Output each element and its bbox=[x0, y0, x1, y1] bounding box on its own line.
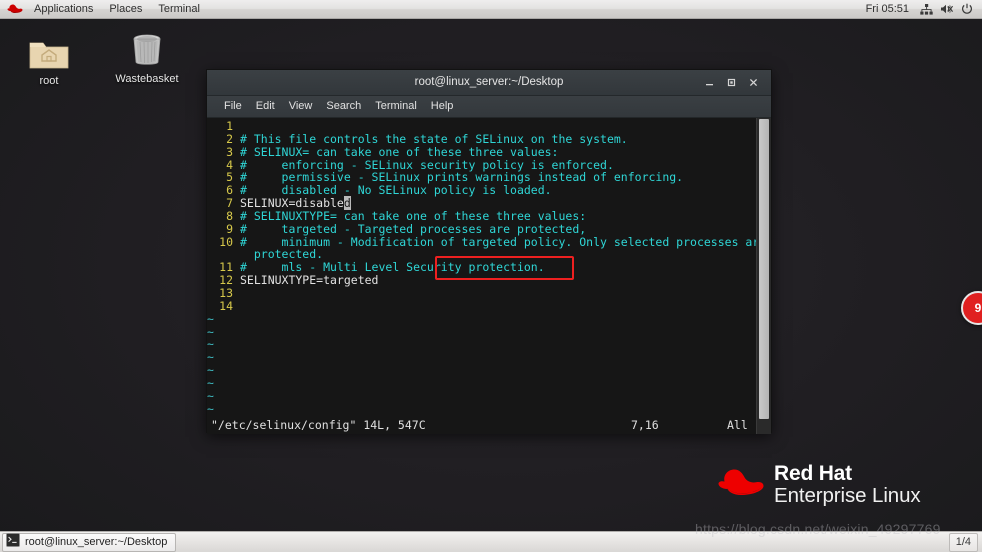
redhat-fedora-icon bbox=[717, 466, 765, 505]
line-number: 1 bbox=[226, 119, 233, 133]
line-text: SELINUXTYPE=targeted bbox=[240, 273, 379, 288]
editor-line: 12 SELINUXTYPE=targeted bbox=[207, 274, 757, 287]
volume-tray-icon[interactable] bbox=[937, 0, 956, 19]
scrollbar-thumb[interactable] bbox=[759, 119, 769, 419]
menu-terminal[interactable]: Terminal bbox=[368, 96, 424, 117]
line-number: 13 bbox=[219, 285, 233, 300]
places-menu[interactable]: Places bbox=[101, 0, 150, 19]
empty-line-marker: ~ bbox=[207, 401, 214, 416]
terminal-titlebar[interactable]: root@linux_server:~/Desktop bbox=[207, 70, 771, 96]
line-number: 2 bbox=[226, 131, 233, 146]
terminal-icon bbox=[6, 532, 20, 552]
taskbar-window-button[interactable]: root@linux_server:~/Desktop bbox=[2, 532, 177, 552]
desktop-screen: Applications Places Terminal Fri 05:51 r… bbox=[0, 0, 982, 552]
terminal-title: root@linux_server:~/Desktop bbox=[414, 76, 564, 88]
trash-can-icon bbox=[105, 26, 189, 70]
empty-line-marker: ~ bbox=[207, 337, 214, 352]
brand-line-2: Enterprise Linux bbox=[774, 484, 921, 508]
status-scroll-percent: All bbox=[727, 418, 748, 432]
vim-status-line: "/etc/selinux/config" 14L, 547C 7,16 All bbox=[207, 418, 757, 434]
close-button[interactable] bbox=[742, 72, 764, 93]
editor-line: 13 bbox=[207, 287, 757, 300]
line-number: 9 bbox=[226, 221, 233, 236]
top-panel: Applications Places Terminal Fri 05:51 bbox=[0, 0, 982, 19]
line-number: 7 bbox=[226, 196, 233, 211]
line-number: 8 bbox=[226, 208, 233, 223]
line-number: 10 bbox=[219, 234, 233, 249]
terminal-scrollbar[interactable] bbox=[756, 118, 771, 434]
menu-view[interactable]: View bbox=[282, 96, 320, 117]
terminal-menubar: File Edit View Search Terminal Help bbox=[207, 96, 771, 118]
window-buttons bbox=[698, 72, 771, 93]
rhel-branding: Red Hat Enterprise Linux bbox=[717, 462, 921, 508]
empty-line-marker: ~ bbox=[207, 388, 214, 403]
power-tray-icon[interactable] bbox=[957, 0, 976, 19]
terminal-menu[interactable]: Terminal bbox=[150, 0, 208, 19]
menu-file[interactable]: File bbox=[217, 96, 249, 117]
clock[interactable]: Fri 05:51 bbox=[859, 0, 916, 19]
redhat-fedora-icon[interactable] bbox=[0, 0, 26, 19]
desktop-icon-label: Wastebasket bbox=[115, 73, 179, 85]
desktop-icon-label: root bbox=[39, 75, 59, 87]
line-number: 3 bbox=[226, 144, 233, 159]
terminal-window: root@linux_server:~/Desktop File Edit Vi… bbox=[206, 69, 772, 434]
home-folder-icon bbox=[7, 28, 91, 72]
editor-line: 14 bbox=[207, 299, 757, 313]
status-filename: "/etc/selinux/config" 14L, 547C bbox=[211, 418, 426, 432]
maximize-button[interactable] bbox=[720, 72, 742, 93]
vim-editor-buffer: 1 2 # This file controls the state of SELi… bbox=[207, 119, 766, 416]
brand-line-1: Red Hat bbox=[774, 462, 852, 485]
empty-line-marker: ~ bbox=[207, 324, 214, 339]
empty-line-marker: ~ bbox=[207, 311, 214, 326]
panel-left-group: Applications Places Terminal bbox=[0, 0, 208, 19]
desktop-icon-wastebasket[interactable]: Wastebasket bbox=[105, 26, 189, 85]
panel-right-group: Fri 05:51 bbox=[859, 0, 982, 19]
empty-line-marker: ~ bbox=[207, 363, 214, 378]
rhel-wordmark: Red Hat Enterprise Linux bbox=[774, 462, 921, 508]
bottom-taskbar: root@linux_server:~/Desktop 1/4 bbox=[0, 531, 982, 552]
menu-help[interactable]: Help bbox=[424, 96, 461, 117]
terminal-content[interactable]: 1 2 # This file controls the state of SELi… bbox=[207, 118, 771, 434]
empty-line-marker: ~ bbox=[207, 375, 214, 390]
taskbar-window-label: root@linux_server:~/Desktop bbox=[25, 536, 168, 548]
menu-edit[interactable]: Edit bbox=[249, 96, 282, 117]
network-tray-icon[interactable] bbox=[917, 0, 936, 19]
minimize-button[interactable] bbox=[698, 72, 720, 93]
desktop-icon-root[interactable]: root bbox=[7, 28, 91, 87]
applications-menu[interactable]: Applications bbox=[26, 0, 101, 19]
menu-search[interactable]: Search bbox=[319, 96, 368, 117]
workspace-switcher[interactable]: 1/4 bbox=[948, 532, 978, 552]
status-cursor-position: 7,16 bbox=[631, 418, 659, 432]
empty-line-marker: ~ bbox=[207, 350, 214, 365]
